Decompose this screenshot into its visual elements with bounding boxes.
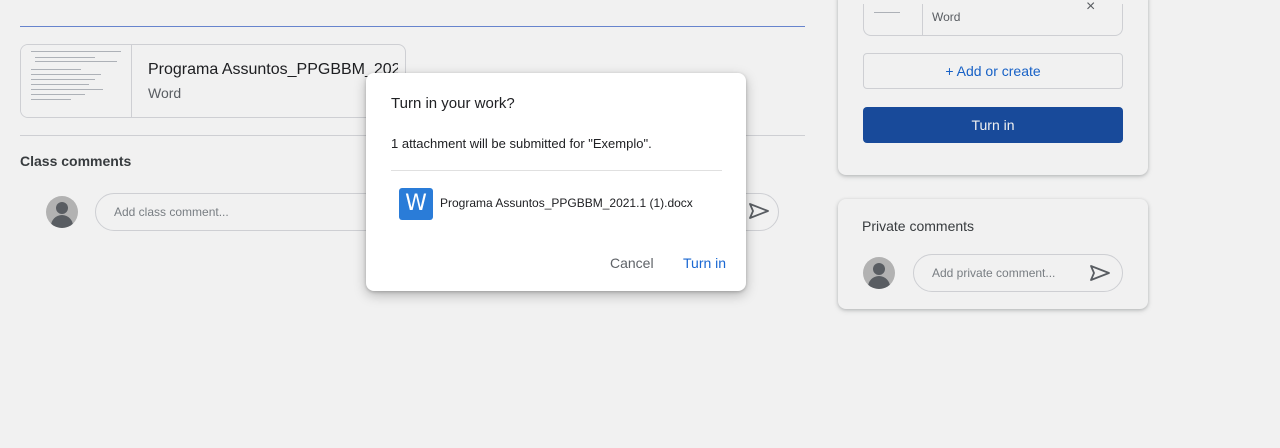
file-name: Programa Assuntos_PPGBBM_2021.1 (1).docx <box>440 196 693 210</box>
dialog-divider <box>391 170 722 171</box>
confirm-turn-in-button[interactable]: Turn in <box>683 255 726 271</box>
cancel-button[interactable]: Cancel <box>610 255 654 271</box>
word-file-icon: W <box>399 188 433 220</box>
turn-in-dialog: Turn in your work? 1 attachment will be … <box>366 73 746 291</box>
dialog-message: 1 attachment will be submitted for "Exem… <box>391 136 652 151</box>
dialog-title: Turn in your work? <box>391 95 515 112</box>
